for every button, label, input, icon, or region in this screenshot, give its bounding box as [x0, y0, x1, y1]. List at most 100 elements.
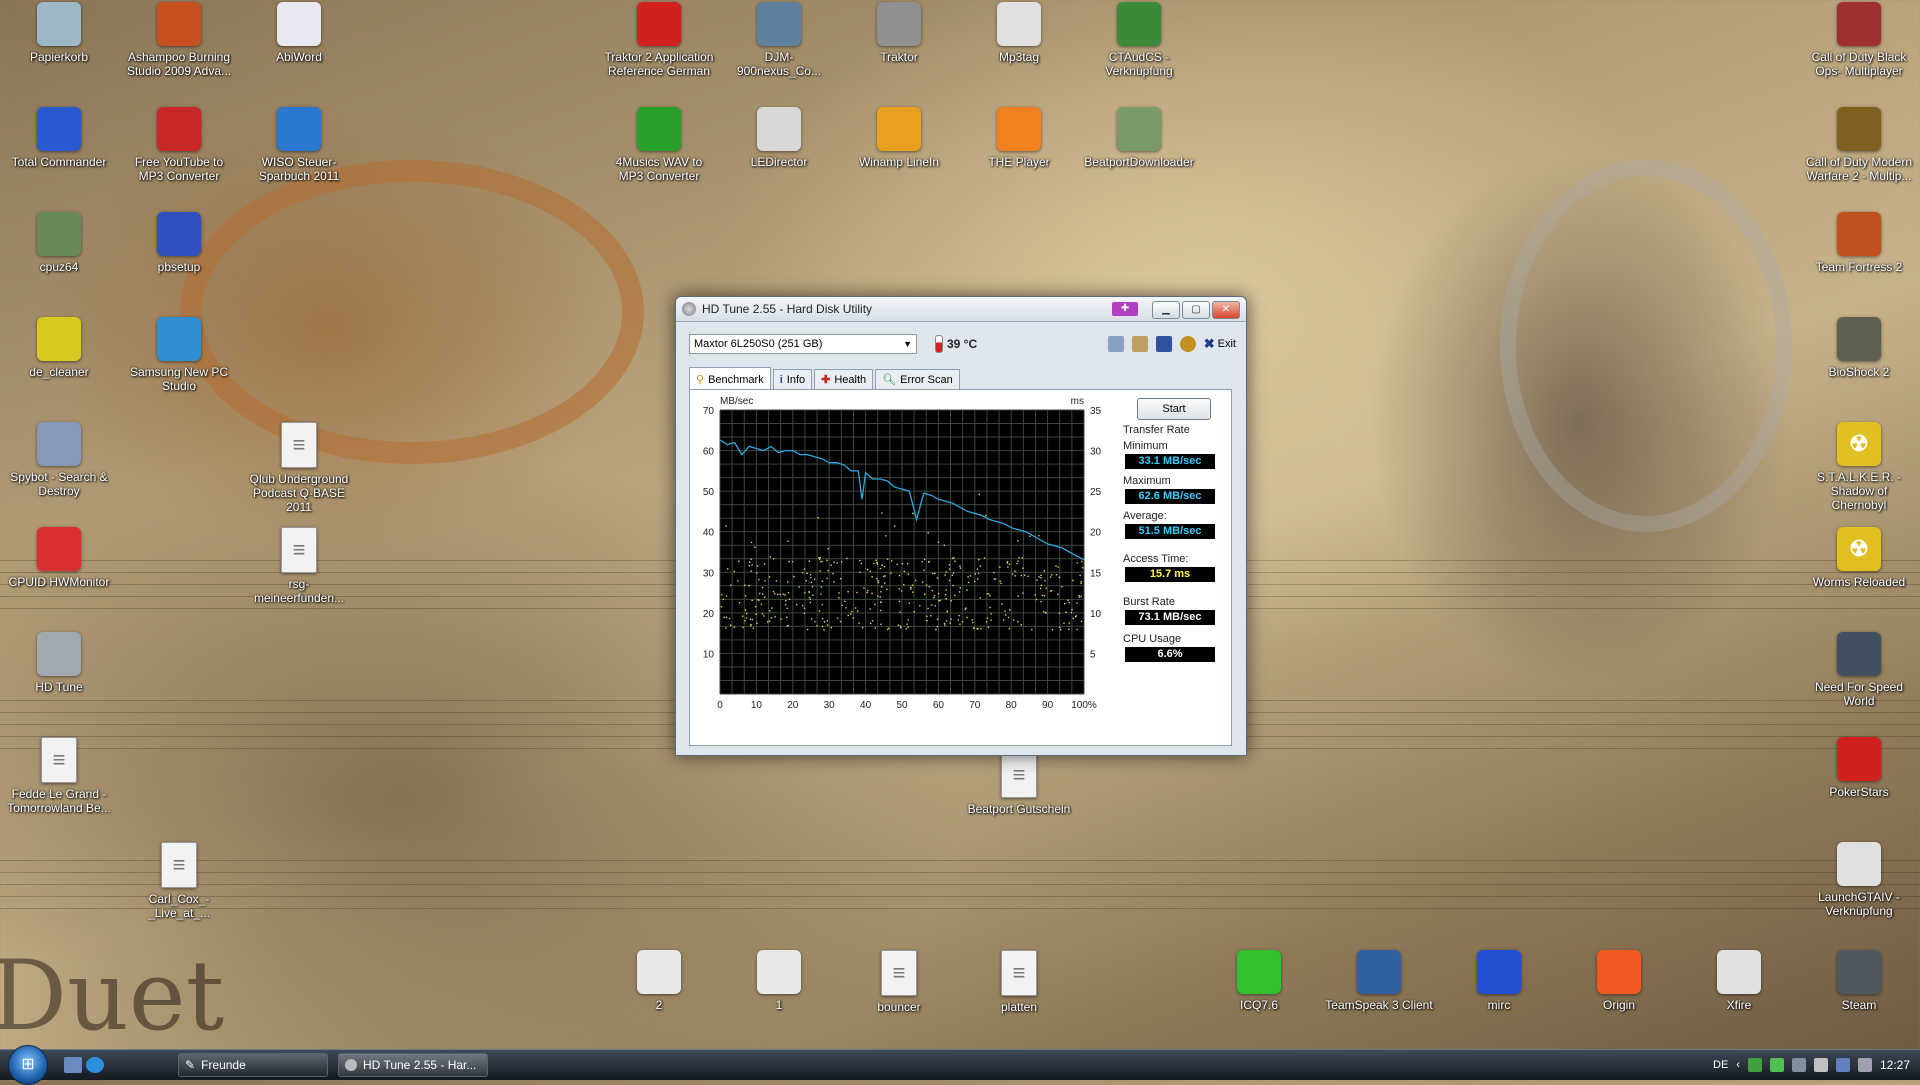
desktop-icon[interactable]: BioShock 2 — [1804, 317, 1914, 379]
close-button[interactable]: ✕ — [1212, 301, 1240, 319]
task-freunde[interactable]: ✎ Freunde — [178, 1053, 328, 1077]
access-time-point — [760, 603, 763, 606]
desktop-icon[interactable]: Winamp LineIn — [844, 107, 954, 169]
pin-icon[interactable]: ✚ — [1112, 302, 1138, 316]
desktop-icon[interactable]: Papierkorb — [4, 2, 114, 64]
desktop-icon[interactable]: ☢ Worms Reloaded — [1804, 527, 1914, 589]
gta-icon — [1837, 842, 1881, 886]
options-icon[interactable] — [1179, 336, 1196, 352]
desktop-icon[interactable]: WISO Steuer-Sparbuch 2011 — [244, 107, 354, 183]
y-tick-right: 35 — [1090, 406, 1102, 417]
access-time-point — [785, 600, 787, 602]
desktop-icon[interactable]: Samsung New PC Studio — [124, 317, 234, 393]
hdtune-window[interactable]: HD Tune 2.55 - Hard Disk Utility ✚ ▁ ▢ ✕… — [675, 296, 1247, 756]
access-time-point — [779, 593, 781, 596]
tab-benchmark[interactable]: ⚲ Benchmark — [689, 367, 771, 389]
desktop-icon[interactable]: ICQ7.6 — [1204, 950, 1314, 1012]
desktop-icon[interactable]: DJM-900nexus_Co... — [724, 2, 834, 78]
tray-app-icon-2[interactable] — [1769, 1058, 1784, 1072]
desktop-icon[interactable]: cpuz64 — [4, 212, 114, 274]
drive-select[interactable]: Maxtor 6L250S0 (251 GB) ▼ — [689, 334, 917, 354]
desktop-icon[interactable]: Traktor — [844, 2, 954, 64]
copy-clipboard-icon[interactable] — [1131, 336, 1148, 352]
tray-app-icon-1[interactable] — [1747, 1058, 1762, 1072]
tray-expand-icon[interactable]: ‹ — [1736, 1059, 1740, 1071]
access-time-point — [936, 625, 938, 628]
start-button[interactable]: Start — [1137, 398, 1211, 420]
desktop-icon[interactable]: Call of Duty Black Ops- Multiplayer — [1804, 2, 1914, 78]
tray-app-icon-3[interactable] — [1791, 1058, 1806, 1072]
tray-app-icon-4[interactable] — [1813, 1058, 1828, 1072]
access-time-label: Access Time: — [1123, 553, 1189, 565]
internet-explorer-icon[interactable] — [86, 1057, 104, 1073]
access-time-point — [1051, 629, 1054, 631]
access-time-point — [905, 628, 907, 630]
desktop-icon[interactable]: BeatportDownloader — [1084, 107, 1194, 169]
desktop-icon[interactable]: pbsetup — [124, 212, 234, 274]
desktop-icon[interactable]: Total Commander — [4, 107, 114, 169]
desktop-icon[interactable]: de_cleaner — [4, 317, 114, 379]
desktop-icon[interactable]: 4Musics WAV to MP3 Converter — [604, 107, 714, 183]
access-time-point — [1049, 576, 1052, 578]
clock[interactable]: 12:27 — [1880, 1058, 1910, 1072]
show-desktop-icon[interactable] — [64, 1057, 82, 1073]
desktop-icon[interactable]: Steam — [1804, 950, 1914, 1012]
desktop-icon-label: Spybot - Search & Destroy — [10, 470, 108, 498]
desktop-icon[interactable]: AbiWord — [244, 2, 354, 64]
save-icon[interactable] — [1155, 336, 1172, 352]
tab-health[interactable]: ✚ Health — [814, 369, 874, 389]
task-hdtune[interactable]: HD Tune 2.55 - Har... — [338, 1053, 488, 1077]
desktop-icon[interactable]: THE Player — [964, 107, 1074, 169]
desktop-icon[interactable]: HD Tune — [4, 632, 114, 694]
y-axis-label-left: MB/sec — [720, 396, 753, 407]
wiso-icon — [277, 107, 321, 151]
desktop-icon[interactable]: Free YouTube to MP3 Converter — [124, 107, 234, 183]
desktop-icon[interactable]: ≡ rsg-meineerfunden... — [244, 527, 354, 605]
access-time-point — [934, 572, 936, 575]
desktop-icon[interactable]: ≡ bouncer — [844, 950, 954, 1014]
desktop-icon[interactable]: LaunchGTAIV - Verknüpfung — [1804, 842, 1914, 918]
desktop-icon[interactable]: ≡ Qlub Underground Podcast Q-BASE 2011 — [244, 422, 354, 514]
minimize-button[interactable]: ▁ — [1152, 301, 1180, 319]
desktop-icon[interactable]: ≡ Carl_Cox_-_Live_at_... — [124, 842, 234, 920]
maximize-button[interactable]: ▢ — [1182, 301, 1210, 319]
access-time-point — [925, 584, 928, 586]
access-time-point — [1071, 608, 1073, 611]
desktop-icon[interactable]: mirc — [1444, 950, 1554, 1012]
desktop-icon[interactable]: PokerStars — [1804, 737, 1914, 799]
desktop-icon[interactable]: 2 — [604, 950, 714, 1012]
desktop-icon[interactable]: Xfire — [1684, 950, 1794, 1012]
desktop-icon[interactable]: Ashampoo Burning Studio 2009 Adva... — [124, 2, 234, 78]
desktop-icon[interactable]: Origin — [1564, 950, 1674, 1012]
desktop-icon[interactable]: TeamSpeak 3 Client — [1324, 950, 1434, 1012]
desktop-icon[interactable]: Mp3tag — [964, 2, 1074, 64]
start-button-orb[interactable]: ⊞ — [8, 1045, 48, 1085]
access-time-point — [761, 586, 764, 589]
desktop-icon[interactable]: CPUID HWMonitor — [4, 527, 114, 589]
tab-error-scan[interactable]: 🔍︎ Error Scan — [875, 369, 960, 389]
access-time-point — [862, 626, 864, 629]
language-indicator[interactable]: DE — [1713, 1059, 1728, 1071]
system-tray: DE ‹ 12:27 — [1713, 1050, 1920, 1080]
access-time-point — [948, 564, 950, 566]
desktop-icon[interactable]: Spybot - Search & Destroy — [4, 422, 114, 498]
access-time-point — [1040, 574, 1042, 576]
desktop-icon[interactable]: ≡ Beatport Gutschein — [964, 752, 1074, 816]
desktop-icon[interactable]: ≡ Fedde Le Grand - Tomorrowland Be... — [4, 737, 114, 815]
desktop-icon[interactable]: Call of Duty Modern Warfare 2 - Multip..… — [1804, 107, 1914, 183]
volume-icon[interactable] — [1857, 1058, 1872, 1072]
access-time-point — [821, 625, 824, 628]
desktop-icon[interactable]: ☢ S.T.A.L.K.E.R. - Shadow of Chernobyl — [1804, 422, 1914, 512]
desktop-icon[interactable]: Traktor 2 Application Reference German — [604, 2, 714, 78]
desktop-icon[interactable]: Need For Speed World — [1804, 632, 1914, 708]
desktop-icon[interactable]: LEDirector — [724, 107, 834, 169]
desktop-icon[interactable]: 1 — [724, 950, 834, 1012]
desktop-icon[interactable]: ≡ platten — [964, 950, 1074, 1014]
desktop-icon[interactable]: CTAudCS - Verknüpfung — [1084, 2, 1194, 78]
desktop-icon[interactable]: Team Fortress 2 — [1804, 212, 1914, 274]
copy-text-icon[interactable] — [1107, 336, 1124, 352]
exit-button[interactable]: ✖ Exit — [1204, 336, 1236, 352]
tab-info[interactable]: i Info — [772, 369, 813, 389]
close-x-icon: ✖ — [1203, 336, 1215, 351]
network-icon[interactable] — [1835, 1058, 1850, 1072]
